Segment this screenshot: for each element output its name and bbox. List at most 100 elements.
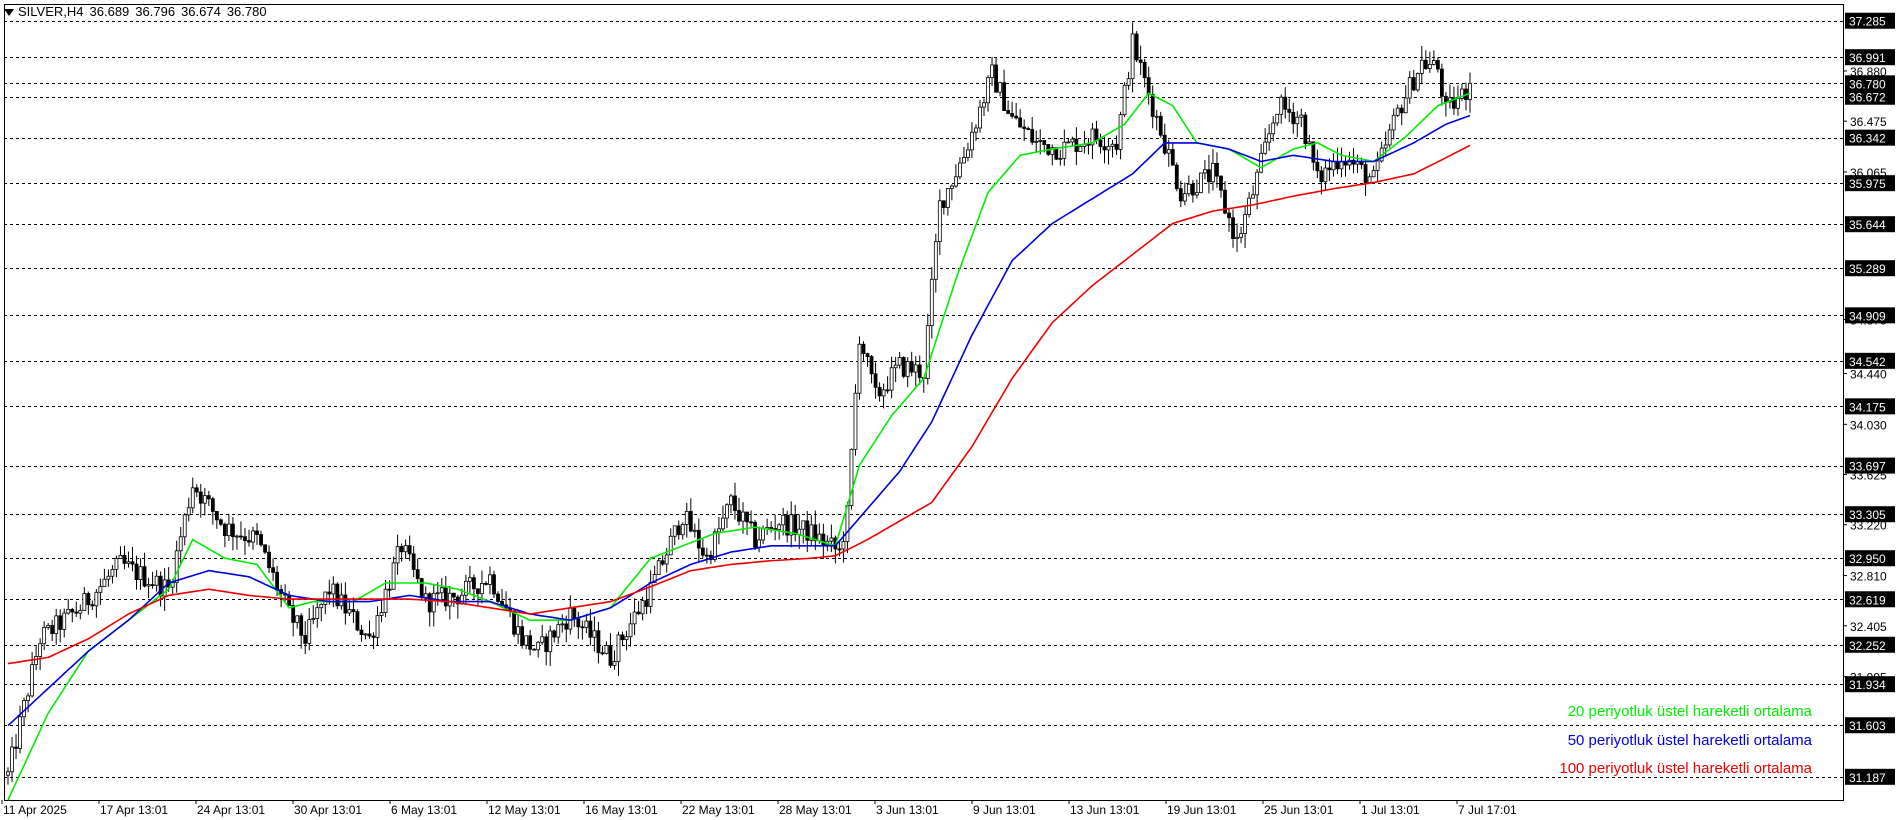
price-tag-label: 36.672 [1849, 91, 1886, 105]
candle-body [210, 498, 215, 512]
candle-body [1102, 146, 1107, 151]
candle-body [548, 630, 553, 653]
candle-body [1030, 129, 1035, 143]
candle-body [761, 528, 765, 541]
candle-body [142, 566, 147, 587]
candle-body [929, 278, 934, 326]
candle-body [881, 389, 886, 397]
candle-body [933, 241, 938, 280]
candle-body [600, 652, 605, 655]
price-tag-label: 33.305 [1849, 508, 1886, 522]
candle-body [443, 587, 448, 607]
candle-body [1375, 160, 1380, 171]
candle-body [1435, 60, 1440, 70]
candle-body [893, 364, 898, 369]
candle-body [14, 746, 18, 749]
candle-body [1170, 149, 1175, 166]
candle-body [451, 592, 456, 598]
candle-body [419, 578, 424, 599]
candle-body [86, 593, 91, 606]
candle-body [218, 519, 223, 525]
y-tick-label: 34.030 [1850, 418, 1887, 432]
candle-body [516, 626, 520, 635]
price-tag-label: 35.644 [1849, 218, 1886, 232]
candle-body [1407, 77, 1412, 99]
candle-body [1215, 162, 1219, 177]
candle-body [777, 524, 782, 530]
candle-body [986, 77, 990, 104]
symbol-label: SILVER,H4 [18, 4, 84, 19]
x-tick-label: 16 May 13:01 [585, 803, 658, 817]
candle-body [1114, 143, 1119, 150]
candle-body [584, 620, 589, 628]
candle-body [255, 530, 259, 535]
candle-body [608, 645, 613, 666]
candle-body [532, 648, 537, 651]
candle-body [945, 188, 950, 208]
candle-body [1263, 141, 1268, 154]
candle-body [1138, 59, 1143, 63]
candle-body [331, 583, 336, 595]
candle-body [620, 634, 625, 641]
x-tick-label: 25 Jun 13:01 [1264, 803, 1334, 817]
candle-body [82, 593, 87, 611]
x-tick-label: 3 Jun 13:01 [876, 803, 939, 817]
candle-body [1323, 167, 1328, 183]
candle-body [861, 343, 866, 354]
candle-body [1411, 77, 1416, 91]
candle-body [753, 521, 757, 548]
candle-body [259, 534, 263, 546]
candle-body [198, 491, 203, 504]
candle-body [745, 511, 749, 523]
candle-body [913, 364, 918, 373]
candle-body [628, 623, 633, 638]
candle-body [540, 636, 545, 643]
candle-body [299, 615, 304, 636]
plot-frame [4, 4, 1844, 801]
candle-body [435, 592, 440, 595]
candle-body [1042, 140, 1047, 145]
candle-body [34, 656, 39, 666]
candle-body [1146, 77, 1151, 95]
candle-body [857, 343, 862, 394]
candle-body [407, 545, 412, 555]
candle-body [982, 102, 986, 108]
candle-body [1327, 167, 1332, 171]
candle-body [998, 82, 1002, 93]
candle-body [54, 615, 59, 634]
candle-body [520, 626, 525, 646]
candle-body [1291, 111, 1296, 125]
candle-body [1186, 183, 1191, 195]
candle-body [729, 495, 733, 506]
candle-body [1287, 108, 1292, 113]
candle-body [841, 541, 846, 550]
candle-body [1122, 84, 1127, 116]
candle-body [644, 600, 649, 607]
candle-body [323, 591, 328, 605]
candle-body [1207, 169, 1211, 183]
candle-body [909, 361, 914, 373]
price-chart[interactable]: 36.88036.47536.06534.87534.44034.03033.6… [0, 0, 1896, 820]
candle-body [1166, 149, 1171, 154]
candle-body [339, 594, 344, 607]
candle-body [74, 611, 79, 614]
chart-menu-icon[interactable] [4, 9, 14, 17]
y-tick-label: 32.810 [1850, 570, 1887, 584]
candle-body [239, 535, 243, 538]
candle-body [58, 615, 63, 630]
candle-body [1383, 144, 1388, 149]
y-tick-label: 32.405 [1850, 620, 1887, 634]
high-value: 36.796 [135, 4, 176, 19]
candle-body [604, 645, 609, 654]
candle-body [1423, 59, 1428, 70]
candle-body [335, 583, 340, 607]
candle-body [1267, 133, 1272, 143]
candle-body [1279, 96, 1284, 115]
candle-body [1118, 114, 1123, 150]
candle-body [311, 618, 316, 620]
x-tick-label: 12 May 13:01 [488, 803, 561, 817]
candle-body [303, 634, 308, 644]
candle-body [343, 594, 348, 614]
candle-body [190, 487, 195, 509]
candle-body [869, 356, 874, 375]
